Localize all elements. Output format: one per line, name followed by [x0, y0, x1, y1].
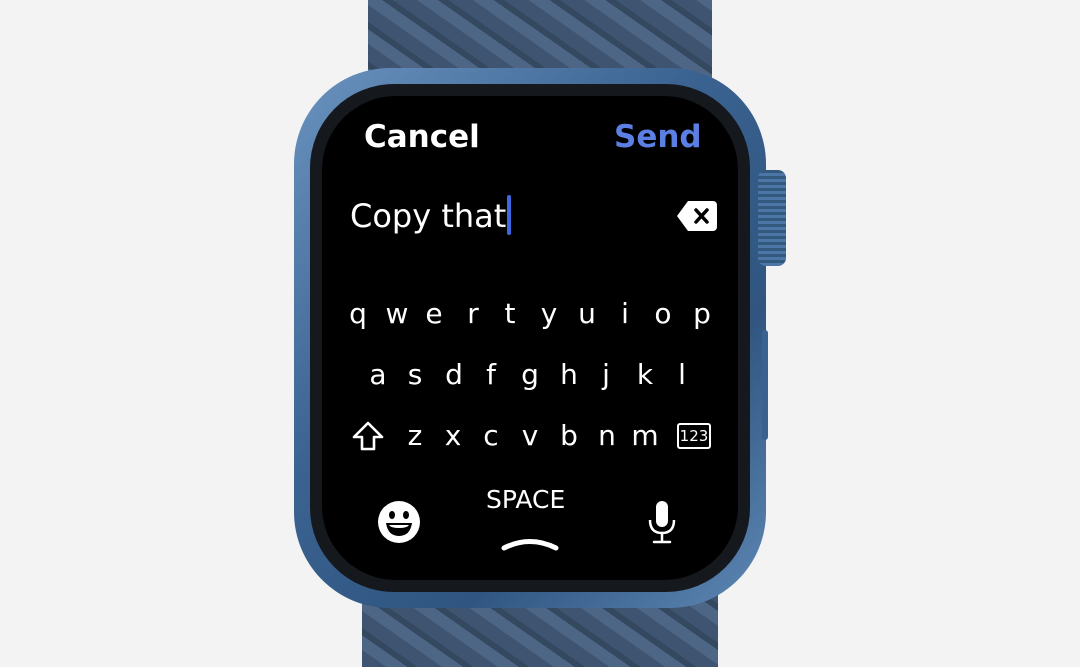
key-r[interactable]: r — [467, 300, 479, 328]
microphone-icon[interactable] — [646, 500, 678, 544]
space-key[interactable]: SPACE — [486, 485, 565, 514]
key-k[interactable]: k — [637, 361, 653, 389]
key-i[interactable]: i — [621, 300, 629, 328]
cancel-button[interactable]: Cancel — [364, 119, 480, 155]
key-n[interactable]: n — [598, 422, 616, 450]
key-w[interactable]: w — [386, 300, 409, 328]
side-button[interactable] — [762, 330, 768, 440]
message-input[interactable]: Copy that — [350, 195, 512, 235]
key-y[interactable]: y — [541, 300, 558, 328]
shift-arrow-icon[interactable] — [352, 421, 384, 451]
key-h[interactable]: h — [560, 361, 578, 389]
key-a[interactable]: a — [369, 361, 386, 389]
key-v[interactable]: v — [522, 422, 539, 450]
key-t[interactable]: t — [505, 300, 516, 328]
key-e[interactable]: e — [425, 300, 442, 328]
key-u[interactable]: u — [578, 300, 596, 328]
key-l[interactable]: l — [678, 361, 686, 389]
key-g[interactable]: g — [521, 361, 539, 389]
emoji-smiley-icon[interactable] — [377, 500, 421, 544]
key-x[interactable]: x — [445, 422, 462, 450]
key-c[interactable]: c — [483, 422, 498, 450]
key-s[interactable]: s — [408, 361, 423, 389]
key-z[interactable]: z — [408, 422, 423, 450]
delete-backspace-icon[interactable] — [676, 200, 718, 232]
numbers-key[interactable]: 123 — [677, 423, 711, 449]
key-j[interactable]: j — [602, 361, 610, 389]
text-cursor — [507, 195, 512, 235]
key-o[interactable]: o — [654, 300, 671, 328]
message-text: Copy that — [350, 197, 507, 235]
key-m[interactable]: m — [631, 422, 658, 450]
key-b[interactable]: b — [560, 422, 578, 450]
send-button[interactable]: Send — [614, 119, 702, 155]
key-q[interactable]: q — [349, 300, 367, 328]
key-d[interactable]: d — [445, 361, 463, 389]
key-f[interactable]: f — [486, 361, 496, 389]
chevron-up-icon[interactable] — [500, 533, 560, 553]
key-p[interactable]: p — [693, 300, 711, 328]
digital-crown[interactable] — [758, 170, 786, 266]
